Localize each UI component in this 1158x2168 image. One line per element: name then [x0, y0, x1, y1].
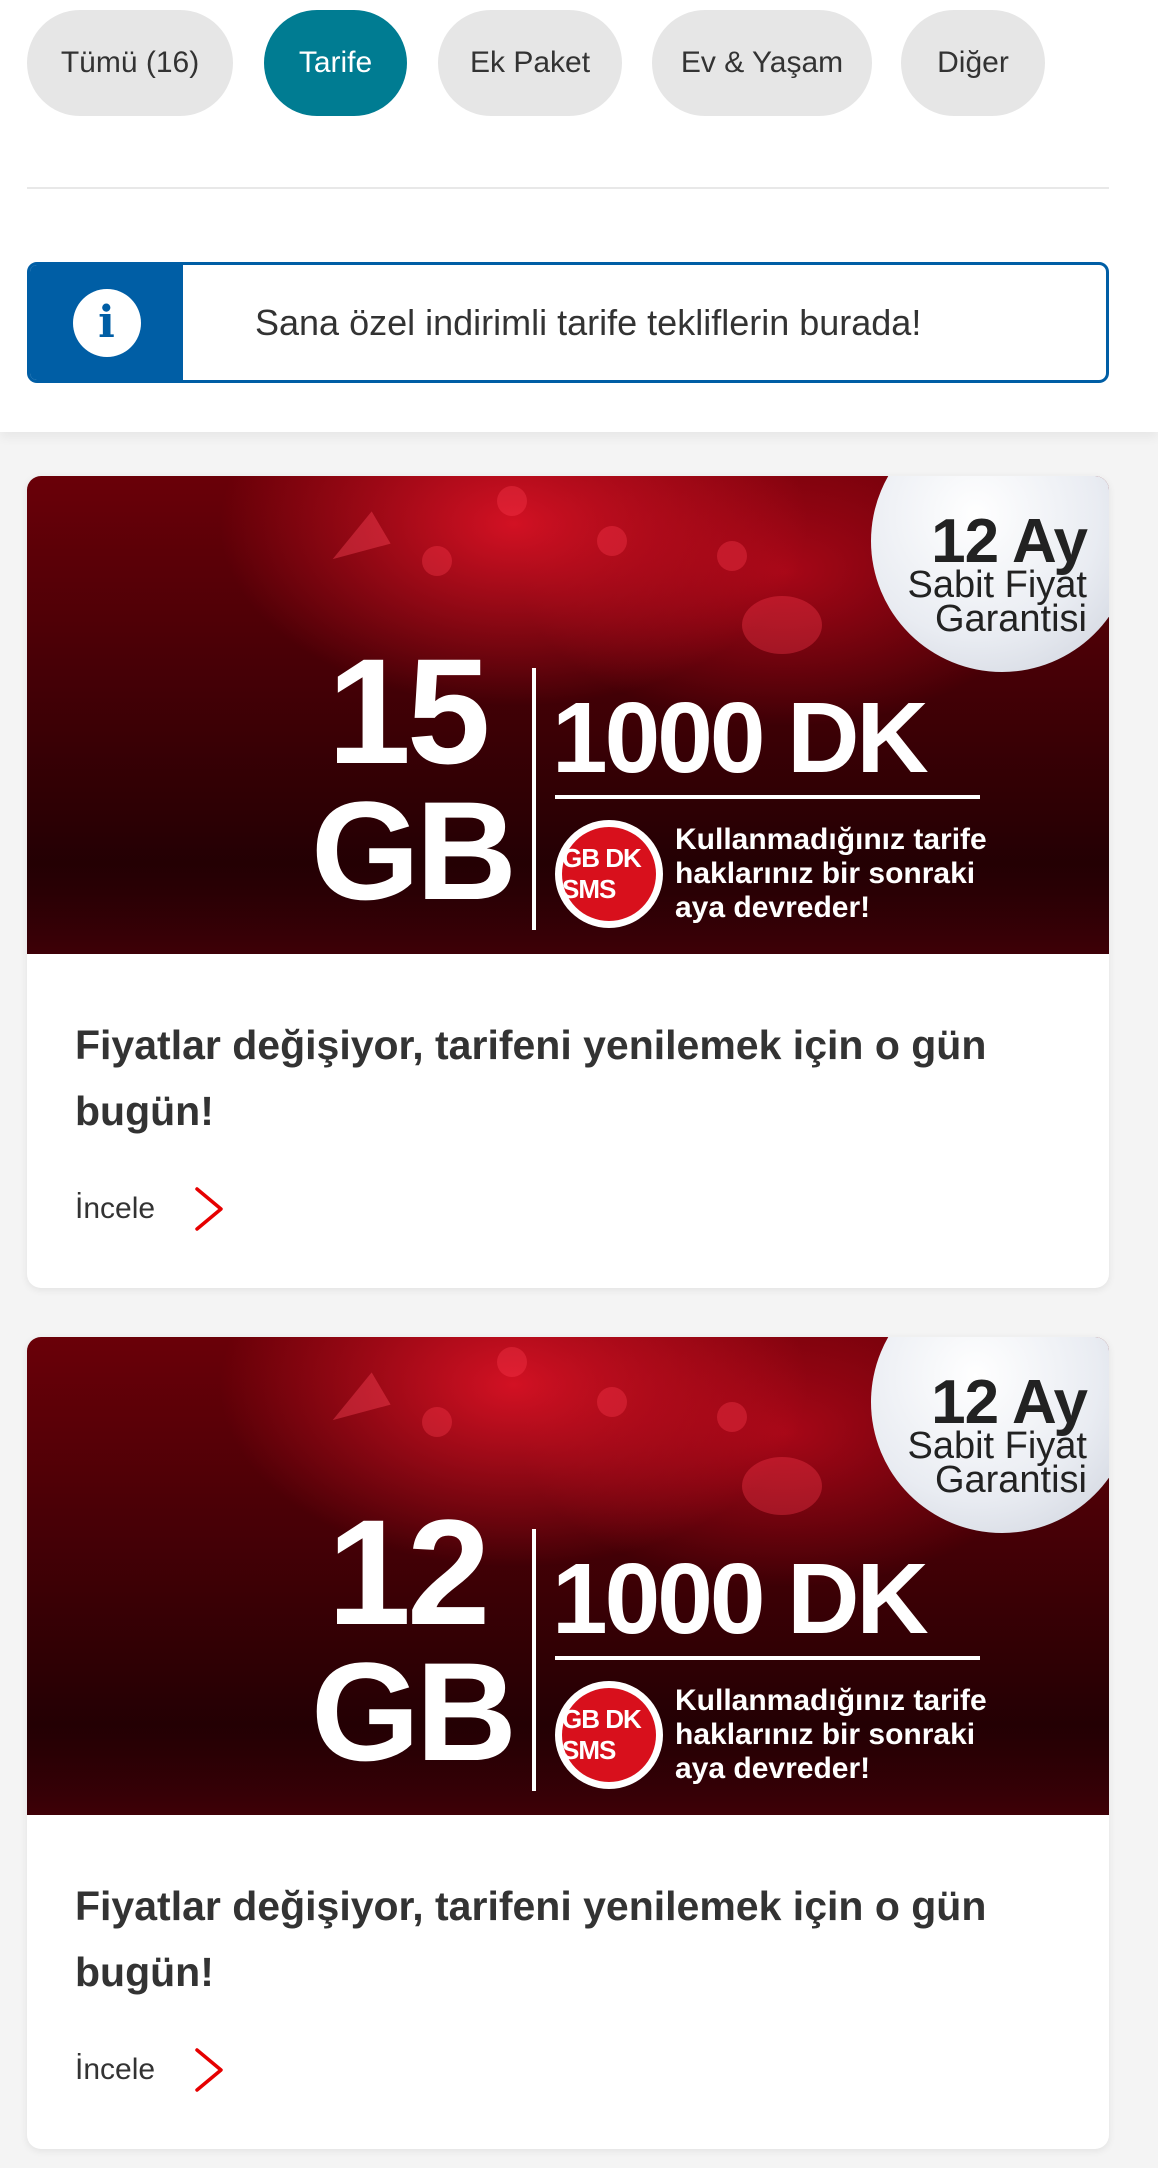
banner-separator: [532, 668, 536, 930]
heart-icon: [422, 546, 452, 576]
top-section: Tümü (16) Tarife Ek Paket Ev & Yaşam Diğ…: [0, 0, 1158, 432]
banner-rule: [555, 795, 980, 799]
heart-icon: [717, 541, 747, 571]
info-banner: i Sana özel indirimli tarife tekliflerin…: [27, 262, 1109, 383]
info-icon: i: [72, 288, 141, 357]
offer-card[interactable]: 12 Ay Sabit Fiyat Garantisi 15 GB 1000 D…: [27, 476, 1109, 1288]
banner-separator: [532, 1529, 536, 1791]
incele-link[interactable]: İncele: [75, 2045, 227, 2095]
offer-banner-image: 12 Ay Sabit Fiyat Garantisi 12 GB 1000 D…: [27, 1337, 1109, 1815]
data-amount: 15: [327, 627, 491, 795]
incele-label: İncele: [75, 2053, 156, 2086]
minutes-amount: 1000 DK: [552, 682, 929, 794]
info-icon-area: i: [30, 265, 183, 380]
heart-icon: [497, 1347, 527, 1377]
banner-rule: [555, 1656, 980, 1660]
info-text: Sana özel indirimli tarife tekliflerin b…: [255, 301, 922, 343]
heart-icon: [422, 1407, 452, 1437]
badge-text: Garantisi: [934, 1459, 1087, 1501]
data-amount: 12: [327, 1488, 491, 1656]
filter-chip-diger[interactable]: Diğer: [901, 10, 1045, 116]
heart-icon: [597, 526, 627, 556]
incele-label: İncele: [75, 1192, 156, 1225]
card-title: Fiyatlar değişiyor, tarifeni yenilemek i…: [75, 1883, 987, 1995]
chevron-right-icon: [195, 2048, 223, 2092]
heart-icon: [717, 1402, 747, 1432]
paper-plane-icon: [323, 508, 391, 560]
chat-bubble-icon: [742, 1457, 822, 1515]
paper-plane-icon: [323, 1369, 391, 1421]
chevron-right-icon: [195, 1187, 223, 1231]
incele-link[interactable]: İncele: [75, 1184, 227, 1234]
rollover-icon: GB DK SMS: [555, 820, 663, 928]
rollover-icon: GB DK SMS: [555, 1681, 663, 1789]
divider: [27, 187, 1109, 189]
filter-chip-ev-yasam[interactable]: Ev & Yaşam: [652, 10, 872, 116]
rollover-text: Kullanmadığınız tarife haklarınız bir so…: [675, 823, 987, 924]
filter-chip-ek-paket[interactable]: Ek Paket: [438, 10, 622, 116]
filter-chip-tarife[interactable]: Tarife: [264, 10, 407, 116]
data-unit: GB: [311, 1633, 517, 1790]
heart-icon: [597, 1387, 627, 1417]
chat-bubble-icon: [742, 596, 822, 654]
offer-card[interactable]: 12 Ay Sabit Fiyat Garantisi 12 GB 1000 D…: [27, 1337, 1109, 2149]
heart-icon: [497, 486, 527, 516]
filter-chip-all[interactable]: Tümü (16): [27, 10, 233, 116]
minutes-amount: 1000 DK: [552, 1543, 929, 1655]
card-title: Fiyatlar değişiyor, tarifeni yenilemek i…: [75, 1022, 987, 1134]
offer-banner-image: 12 Ay Sabit Fiyat Garantisi 15 GB 1000 D…: [27, 476, 1109, 954]
rollover-text: Kullanmadığınız tarife haklarınız bir so…: [675, 1684, 987, 1785]
badge-text: Garantisi: [934, 598, 1087, 640]
data-unit: GB: [311, 772, 517, 929]
